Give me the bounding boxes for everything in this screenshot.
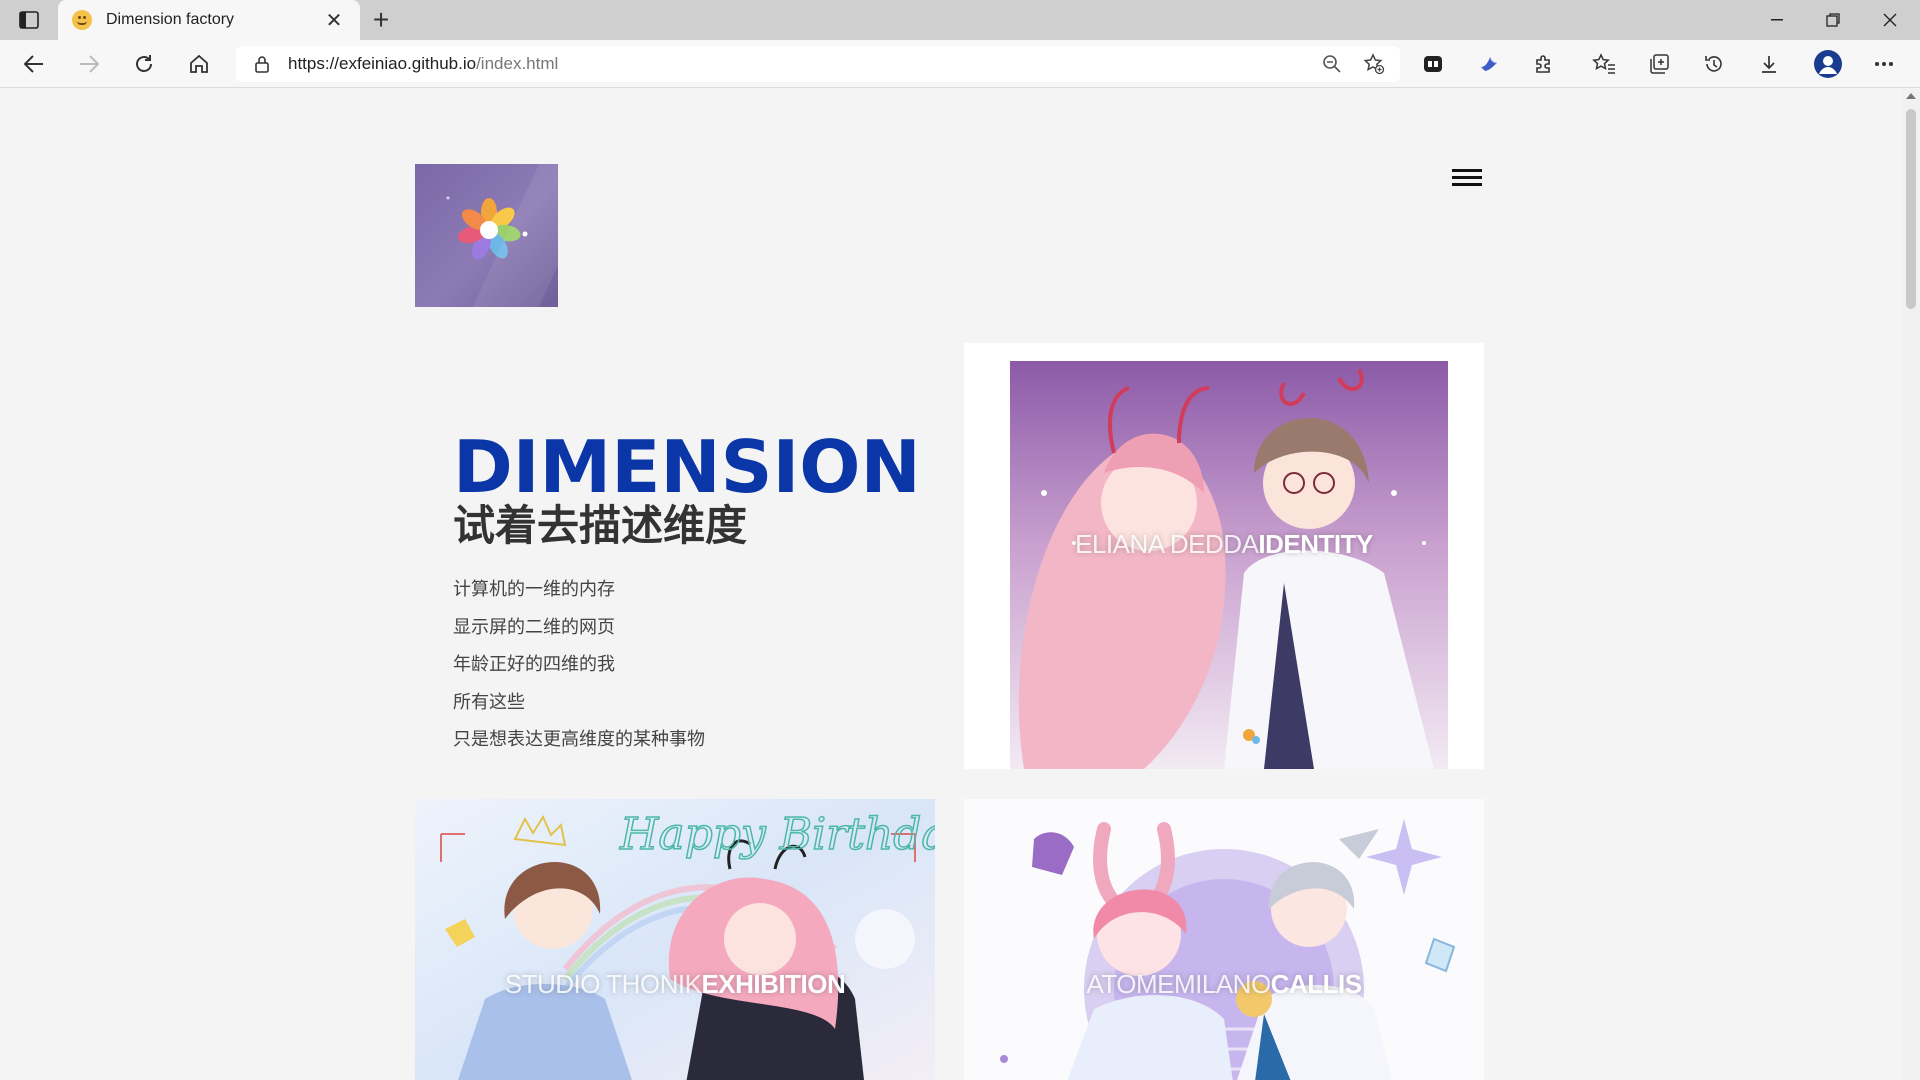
smiley-favicon-icon xyxy=(72,10,92,30)
home-icon[interactable] xyxy=(181,46,217,82)
card-illustration-2: Happy Birthday xyxy=(415,799,935,1080)
add-favorite-icon[interactable] xyxy=(1358,48,1390,80)
card-caption: ATOMEMILANOCALLIS xyxy=(964,969,1484,1000)
tab-actions-icon[interactable] xyxy=(14,7,44,33)
restore-icon[interactable] xyxy=(1805,0,1861,40)
scroll-up-arrow-icon[interactable] xyxy=(1906,93,1916,99)
profile-avatar-icon[interactable] xyxy=(1810,46,1846,82)
extension-video-icon[interactable] xyxy=(1415,46,1451,82)
hero-lines: 计算机的一维的内存 显示屏的二维的网页 年龄正好的四维的我 所有这些 只是想表达… xyxy=(453,571,921,759)
extensions-puzzle-icon[interactable] xyxy=(1526,46,1562,82)
hero-title: DIMENSION xyxy=(453,425,921,509)
card-caption-light: STUDIO THONIK xyxy=(504,969,702,999)
scroll-thumb[interactable] xyxy=(1906,109,1916,309)
favorites-icon[interactable] xyxy=(1586,46,1622,82)
card-illustration-3 xyxy=(964,799,1484,1080)
card-caption: STUDIO THONIKEXHIBITION xyxy=(415,969,935,1000)
minimize-icon[interactable] xyxy=(1749,0,1805,40)
address-bar[interactable]: https://exfeiniao.github.io/index.html xyxy=(236,46,1400,82)
tab-bar: Dimension factory ✕ + xyxy=(0,0,1920,40)
hero-line: 所有这些 xyxy=(453,691,525,712)
gallery-card-callis[interactable]: ATOMEMILANOCALLIS xyxy=(964,799,1484,1080)
hero-line: 显示屏的二维的网页 xyxy=(453,616,615,637)
extension-bird-icon[interactable] xyxy=(1471,46,1507,82)
card-art-text: Happy Birthday xyxy=(619,809,935,860)
gallery-card-exhibition[interactable]: Happy Birthday STUDIO THONIKEXHIBITION xyxy=(415,799,935,1080)
history-icon[interactable] xyxy=(1696,46,1732,82)
card-caption-bold: CALLIS xyxy=(1270,969,1362,999)
lock-icon[interactable] xyxy=(252,54,272,74)
card-caption-bold: IDENTITY xyxy=(1258,529,1373,559)
close-window-icon[interactable] xyxy=(1862,0,1918,40)
site-logo[interactable] xyxy=(415,164,558,307)
url-host: https://exfeiniao.github.io xyxy=(288,54,477,73)
card-caption: ELIANA DEDDAIDENTITY xyxy=(964,529,1484,560)
card-caption-bold: EXHIBITION xyxy=(701,969,846,999)
refresh-icon[interactable] xyxy=(126,46,162,82)
card-caption-light: ATOMEMILANO xyxy=(1086,969,1271,999)
url-text[interactable]: https://exfeiniao.github.io/index.html xyxy=(288,54,1316,74)
close-tab-icon[interactable]: ✕ xyxy=(322,8,346,32)
back-icon[interactable] xyxy=(16,46,52,82)
tab-title: Dimension factory xyxy=(106,11,235,28)
active-tab[interactable]: Dimension factory ✕ xyxy=(58,0,360,40)
url-path: /index.html xyxy=(476,54,559,73)
page-scrollbar[interactable] xyxy=(1902,89,1920,1080)
downloads-icon[interactable] xyxy=(1751,46,1787,82)
browser-toolbar: https://exfeiniao.github.io/index.html xyxy=(0,40,1920,88)
forward-icon[interactable] xyxy=(71,46,107,82)
hero-line: 只是想表达更高维度的某种事物 xyxy=(453,729,705,749)
card-caption-light: ELIANA DEDDA xyxy=(1075,529,1259,559)
hamburger-menu-icon[interactable] xyxy=(1452,169,1486,191)
hero-line: 计算机的一维的内存 xyxy=(453,579,615,599)
hero-text-block: DIMENSION 试着去描述维度 计算机的一维的内存 显示屏的二维的网页 年龄… xyxy=(453,429,921,759)
page-viewport: DIMENSION 试着去描述维度 计算机的一维的内存 显示屏的二维的网页 年龄… xyxy=(0,89,1902,1080)
zoom-out-icon[interactable] xyxy=(1316,48,1348,80)
hero-line: 年龄正好的四维的我 xyxy=(453,654,615,674)
collections-icon[interactable] xyxy=(1641,46,1677,82)
gallery-card-identity[interactable]: ELIANA DEDDAIDENTITY xyxy=(964,343,1484,769)
more-options-icon[interactable] xyxy=(1866,46,1902,82)
new-tab-icon[interactable]: + xyxy=(364,4,398,35)
